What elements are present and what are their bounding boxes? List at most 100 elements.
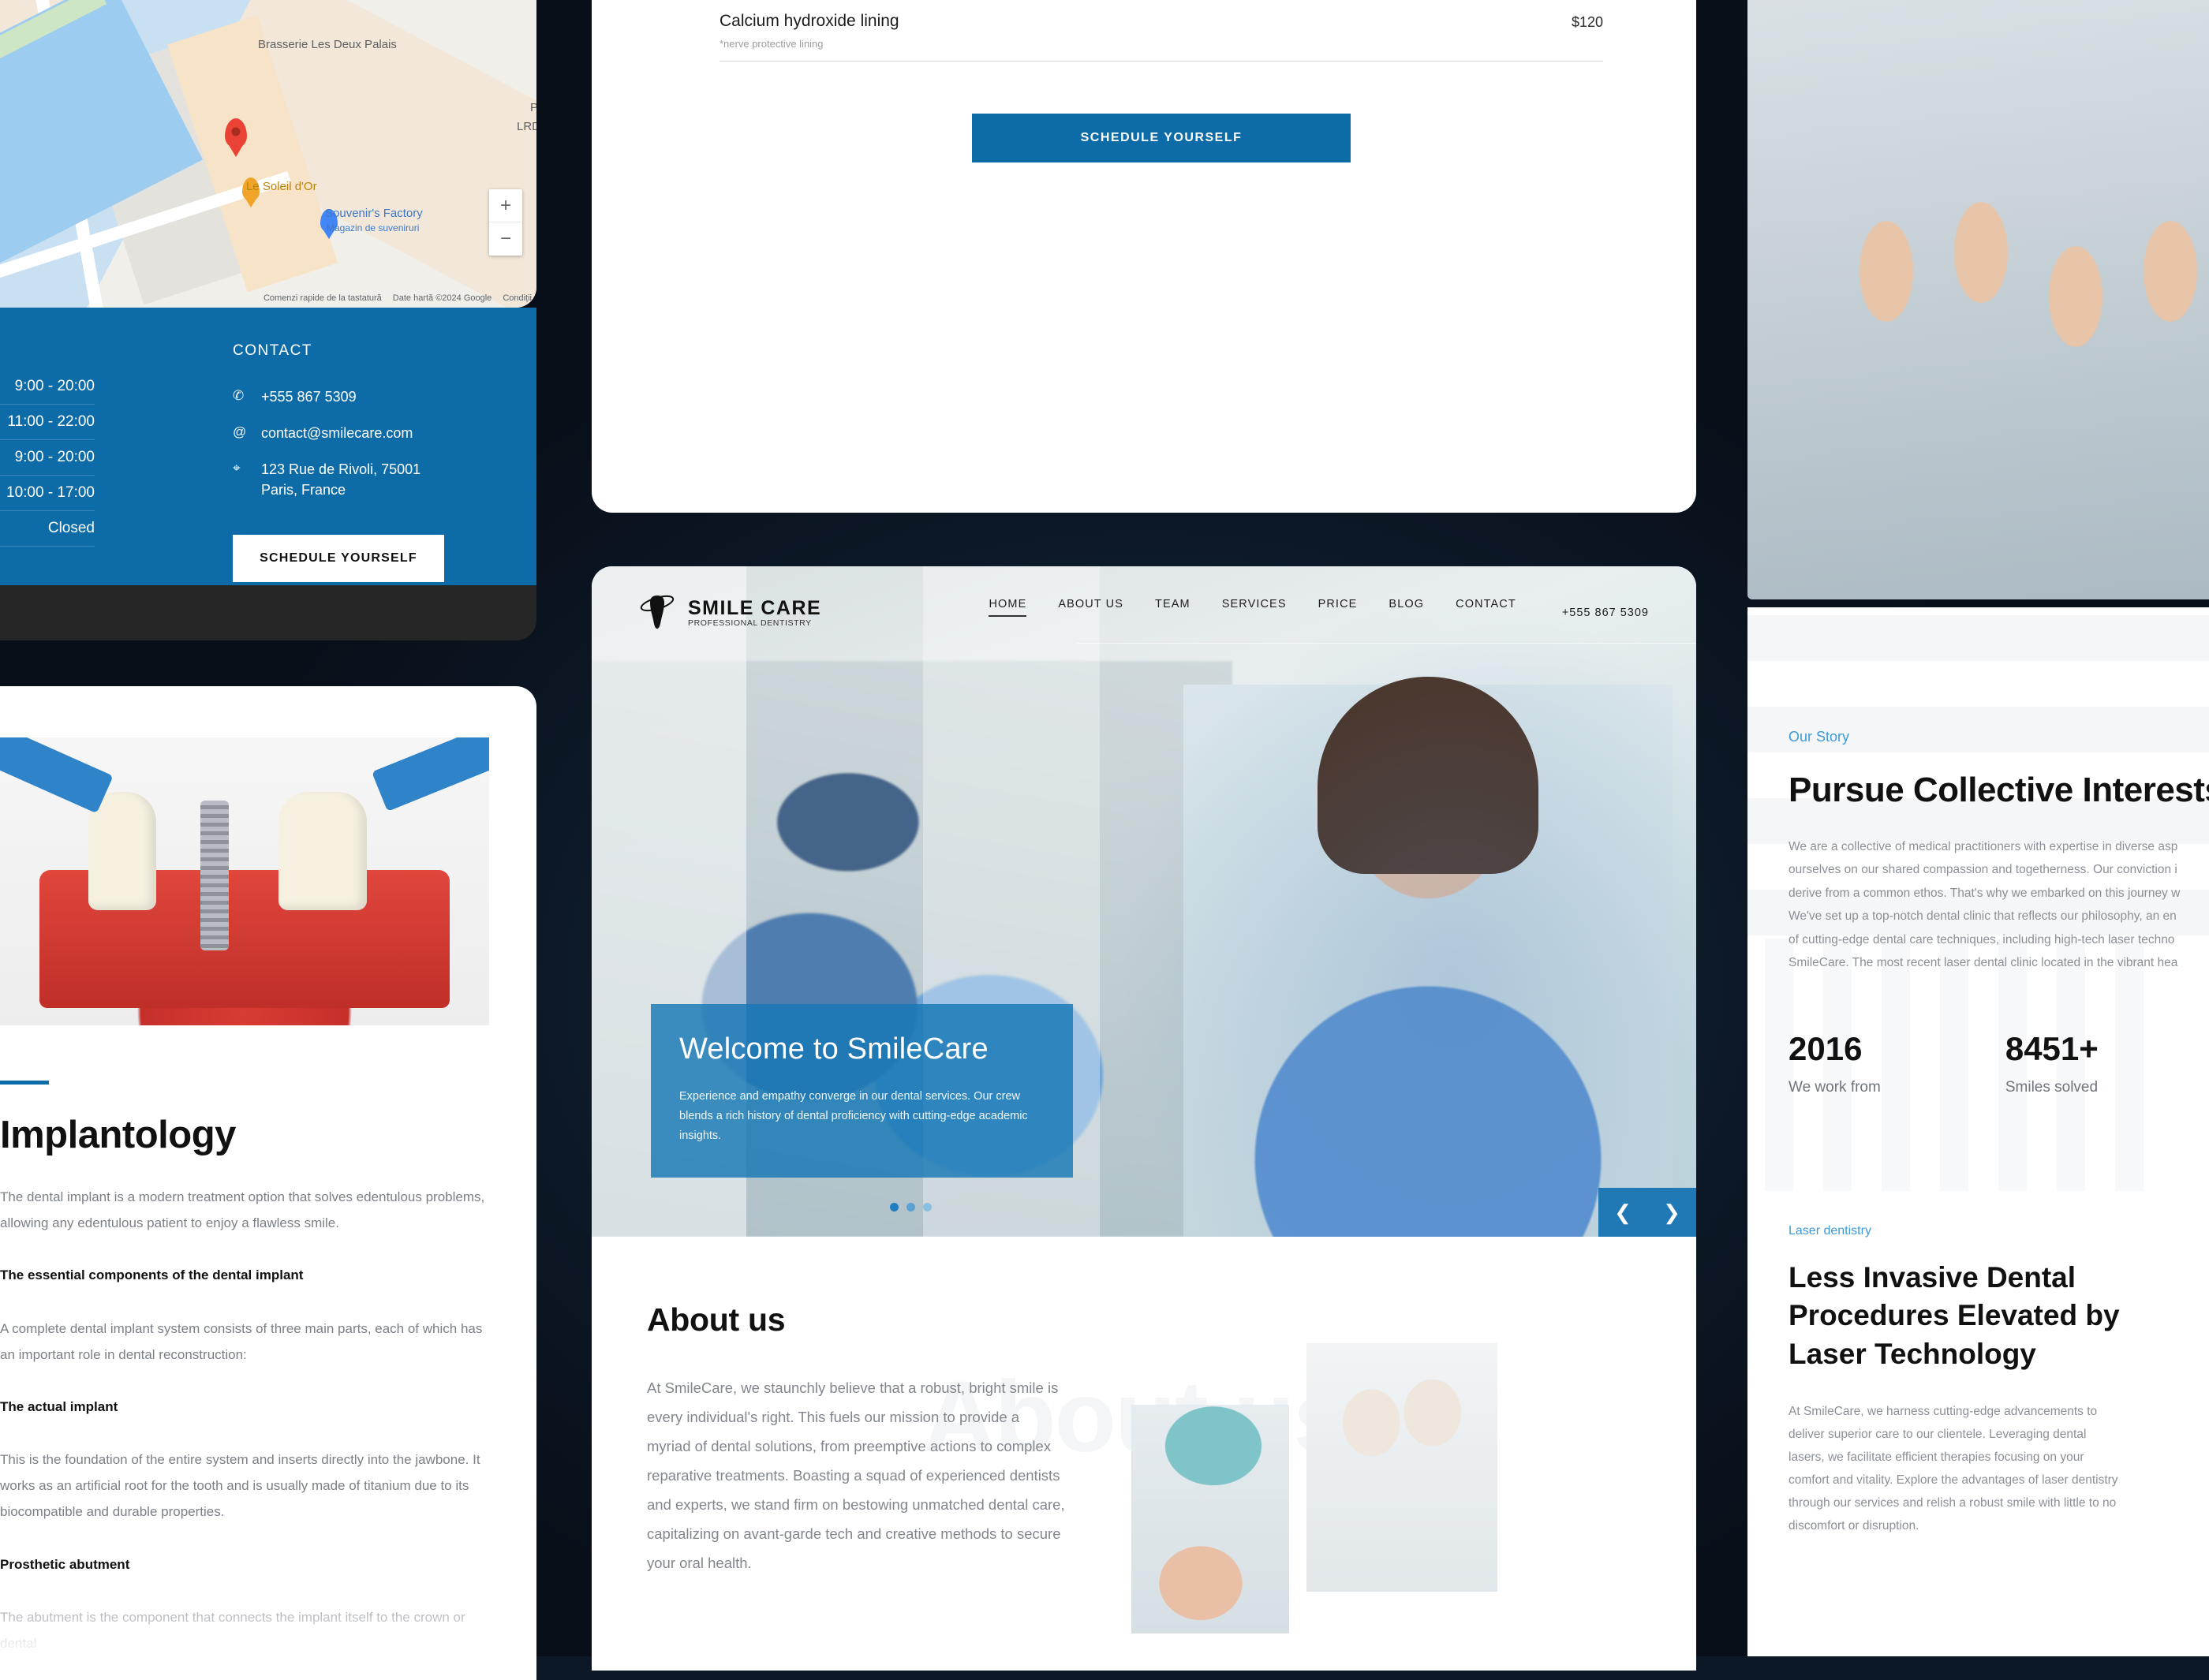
implantology-subheading-1: The essential components of the dental i…: [0, 1267, 304, 1283]
laser-dentistry-section: Laser dentistry Less Invasive Dental Pro…: [1789, 1224, 2209, 1538]
team-photo-card: [1747, 0, 2209, 599]
gloved-hand: [372, 737, 489, 812]
price-item-note: *nerve protective lining: [720, 38, 824, 50]
contact-address-row[interactable]: ⌖ 123 Rue de Rivoli, 75001 Paris, France: [233, 459, 517, 500]
map-zoom-out-button[interactable]: −: [489, 222, 522, 256]
nav-item-blog[interactable]: BLOG: [1389, 598, 1424, 628]
table-row[interactable]: Calcium hydroxide lining *nerve protecti…: [720, 0, 1603, 62]
stat-value: 8451+: [2005, 1029, 2099, 1067]
story-eyebrow: Our Story: [1789, 729, 1850, 745]
nav-item-price[interactable]: PRICE: [1318, 598, 1358, 628]
nav-item-services[interactable]: SERVICES: [1222, 598, 1287, 628]
footer-contact-block: 9:00 - 20:00 11:00 - 22:00 9:00 - 20:00 …: [0, 308, 536, 585]
nav-item-home[interactable]: HOME: [989, 598, 1027, 628]
at-icon: @: [233, 424, 247, 440]
map-zoom-controls[interactable]: + −: [489, 189, 522, 256]
map-location-pin[interactable]: [225, 118, 247, 148]
map-label-lrdesign: LRDesign: [517, 120, 536, 133]
nav-item-contact[interactable]: CONTACT: [1456, 598, 1516, 628]
hero-title: Welcome to SmileCare: [679, 1032, 989, 1066]
about-photo-patient: [1131, 1405, 1289, 1633]
phone-icon: ✆: [233, 388, 245, 403]
contact-phone-row[interactable]: ✆ +555 867 5309: [233, 386, 517, 407]
our-story-card: Our Story Pursue Collective Interests, F…: [1747, 607, 2209, 1656]
story-content: Our Story Pursue Collective Interests, F…: [1789, 607, 2209, 1538]
implant-model-photo: [0, 737, 489, 1025]
price-table: Glassionomer filling *children / adults …: [720, 0, 1603, 162]
stat-value: 2016: [1789, 1029, 1863, 1067]
map-card[interactable]: Brasserie Les Deux Palais Place Louis Lé…: [0, 0, 536, 308]
implantology-paragraph-2: This is the foundation of the entire sys…: [0, 1452, 480, 1520]
stat-label: Smiles solved: [2005, 1078, 2099, 1096]
about-text-column: About us At SmileCare, we staunchly beli…: [647, 1237, 1065, 1577]
carousel-dot-3[interactable]: [923, 1203, 932, 1211]
map-label-brasserie: Brasserie Les Deux Palais: [258, 38, 397, 51]
map-zoom-in-button[interactable]: +: [489, 189, 522, 222]
about-photo-team: [1306, 1343, 1497, 1592]
map-label-souvenir-sub: Magazin de suveniruri: [327, 222, 420, 233]
story-heading: Pursue Collective Interests, Fu: [1789, 771, 2209, 809]
hours-row: 9:00 - 20:00: [0, 440, 95, 476]
implant-screw: [200, 801, 230, 951]
contact-email-row[interactable]: @ contact@smilecare.com: [233, 423, 517, 443]
about-section: About us At SmileCare, we staunchly beli…: [592, 1237, 1696, 1633]
nav-phone-number[interactable]: +555 867 5309: [1562, 607, 1649, 619]
address-line-1: 123 Rue de Rivoli, 75001: [261, 461, 421, 478]
nav-item-about-us[interactable]: ABOUT US: [1058, 598, 1123, 628]
hair-shape: [1318, 677, 1538, 874]
website-preview-card: SMILE CARE PROFESSIONAL DENTISTRY HOME A…: [592, 566, 1696, 1671]
price-item-amount: $120: [1571, 14, 1603, 30]
hours-value: 10:00 - 17:00: [6, 484, 95, 501]
map-attrib-terms[interactable]: Condiții: [503, 293, 532, 303]
laser-heading: Less Invasive Dental Procedures Elevated…: [1789, 1260, 2120, 1371]
hours-row: Closed: [0, 511, 95, 547]
map-attrib-shortcuts: Comenzi rapide de la tastatură: [263, 293, 382, 303]
story-stats: 2016 We work from 8451+ Smiles solved: [1789, 1030, 2209, 1096]
brand-tagline: PROFESSIONAL DENTISTRY: [688, 618, 812, 628]
carousel-prev-icon[interactable]: ❮: [1598, 1188, 1647, 1237]
nav-item-team[interactable]: TEAM: [1155, 598, 1190, 628]
hours-value: 9:00 - 20:00: [14, 449, 95, 465]
price-schedule-button[interactable]: SCHEDULE YOURSELF: [972, 114, 1351, 162]
map-label-soleil: Le Soleil d'Or: [246, 180, 317, 193]
carousel-dot-2[interactable]: [906, 1203, 915, 1211]
hero-subtitle: Experience and empathy converge in our d…: [679, 1090, 1028, 1142]
map-attribution: Comenzi rapide de la tastatură Date hart…: [264, 293, 532, 303]
carousel-dots[interactable]: [890, 1203, 932, 1211]
implantology-subheading-3: Prosthetic abutment: [0, 1556, 130, 1572]
implantology-text: Implantology The dental implant is a mod…: [0, 1081, 489, 1656]
hero-dentist-photo: [1183, 677, 1673, 1237]
about-title: About us: [647, 1301, 786, 1338]
price-item-name: Calcium hydroxide lining: [720, 12, 899, 30]
map-label-prefecture: Préfecture de Police: [530, 101, 536, 114]
story-body: We are a collective of medical practitio…: [1789, 840, 2181, 970]
contact-phone-value: +555 867 5309: [261, 389, 357, 405]
footer-schedule-button[interactable]: SCHEDULE YOURSELF: [233, 535, 444, 583]
tooth-logo-icon: [639, 592, 675, 633]
implantology-paragraph-1: A complete dental implant system consist…: [0, 1320, 483, 1362]
implantology-subheading-2: The actual implant: [0, 1398, 118, 1414]
hero-welcome-card: Welcome to SmileCare Experience and empa…: [651, 1004, 1073, 1178]
address-line-2: Paris, France: [261, 482, 346, 498]
contact-email-value: contact@smilecare.com: [261, 425, 413, 442]
about-image-group: [1108, 1237, 1641, 1633]
carousel-arrows[interactable]: ❮ ❯: [1598, 1188, 1696, 1237]
implantology-card: Implantology The dental implant is a mod…: [0, 686, 536, 1680]
laser-eyebrow: Laser dentistry: [1789, 1223, 1871, 1238]
site-navbar: SMILE CARE PROFESSIONAL DENTISTRY HOME A…: [592, 566, 1696, 659]
map-label-souvenir: Souvenir's Factory: [325, 207, 423, 220]
implantology-title: Implantology: [0, 1114, 236, 1156]
section-accent-rule: [0, 1081, 49, 1085]
contact-address-value: 123 Rue de Rivoli, 75001 Paris, France: [261, 459, 420, 500]
opening-hours-list: 9:00 - 20:00 11:00 - 22:00 9:00 - 20:00 …: [0, 369, 95, 547]
hours-value: Closed: [47, 520, 95, 536]
carousel-dot-1[interactable]: [890, 1203, 899, 1211]
hours-value: 9:00 - 20:00: [14, 378, 95, 394]
about-body: At SmileCare, we staunchly believe that …: [647, 1379, 1065, 1571]
laser-body: At SmileCare, we harness cutting-edge ad…: [1789, 1405, 2118, 1533]
copyright-bar: . All rights reserved.: [0, 585, 536, 640]
gloved-hand: [0, 737, 114, 814]
carousel-next-icon[interactable]: ❯: [1647, 1188, 1696, 1237]
brand-logo[interactable]: SMILE CARE PROFESSIONAL DENTISTRY: [639, 592, 821, 633]
hero-slider[interactable]: SMILE CARE PROFESSIONAL DENTISTRY HOME A…: [592, 566, 1696, 1237]
